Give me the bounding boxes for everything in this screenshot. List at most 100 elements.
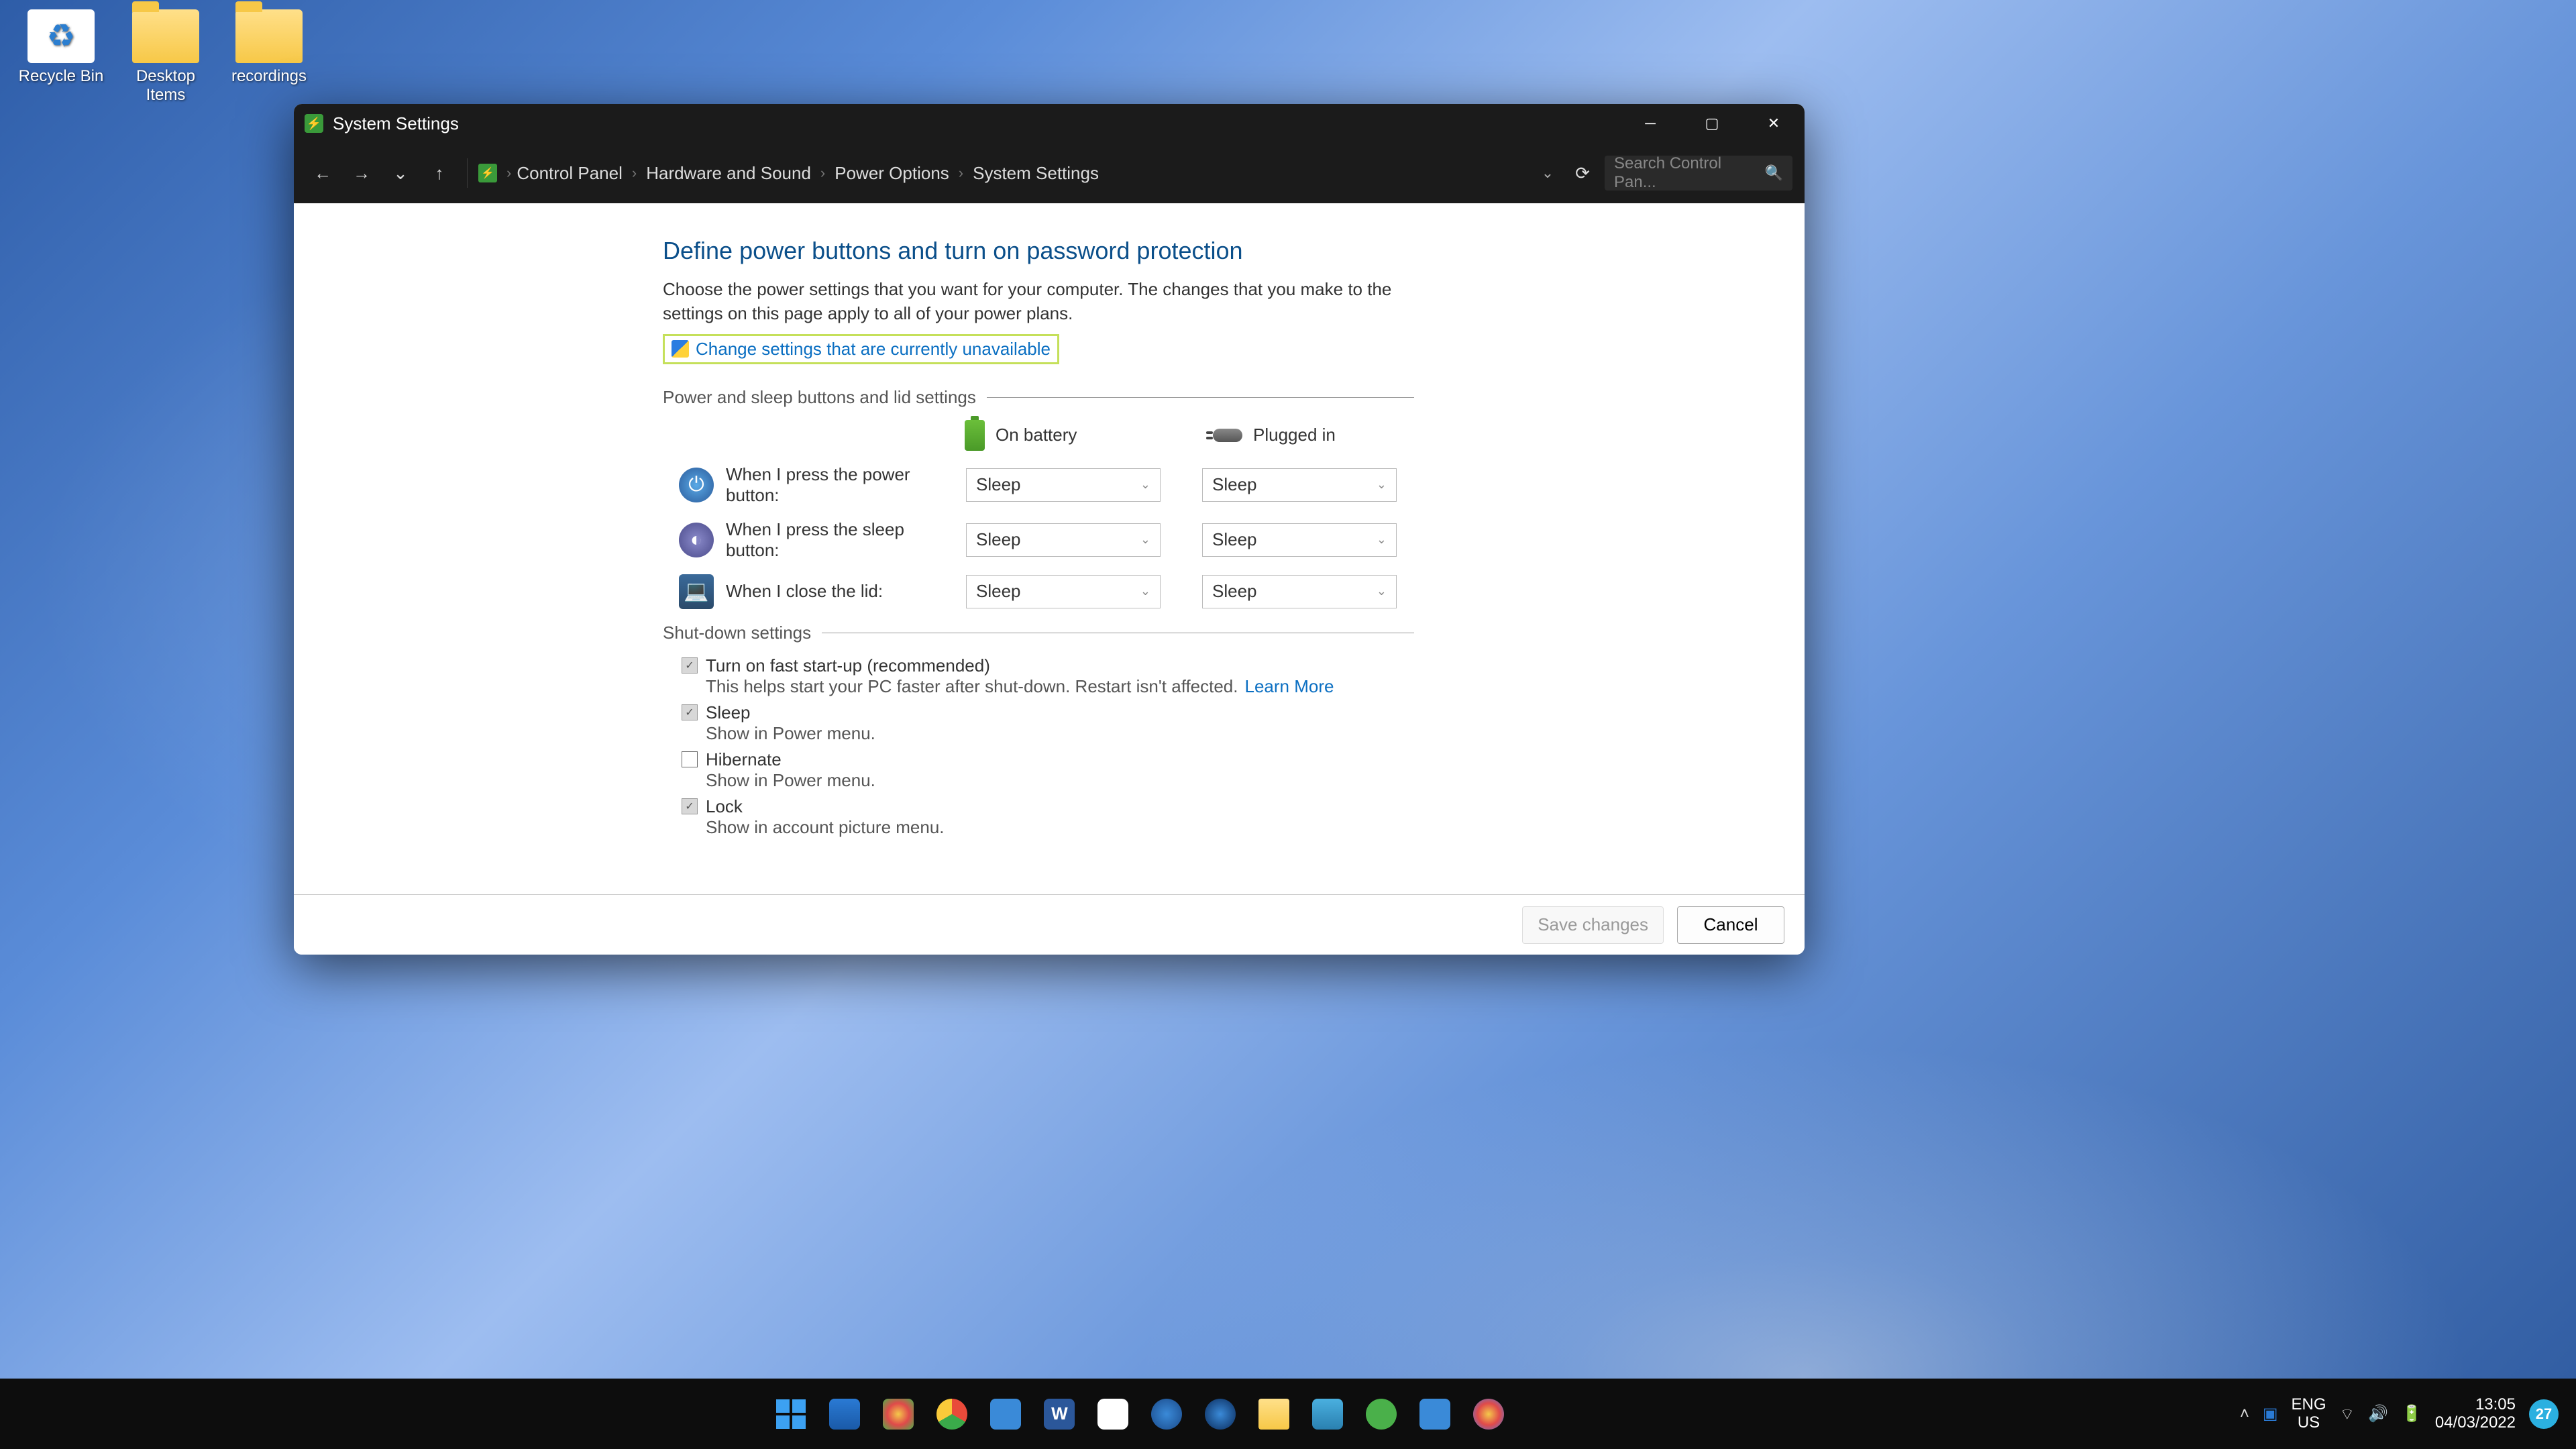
shutdown-settings-list: ✓ Turn on fast start-up (recommended) Th… [682, 655, 1414, 838]
wifi-icon[interactable]: ⌔ [2340, 1404, 2355, 1424]
crumb-system-settings[interactable]: System Settings [973, 163, 1099, 184]
search-input[interactable]: Search Control Pan... 🔍 [1605, 156, 1792, 191]
windows-logo-icon [776, 1399, 806, 1429]
titlebar[interactable]: ⚡ System Settings ─ ▢ ✕ [294, 104, 1805, 143]
lock-checkbox[interactable]: ✓ [682, 798, 698, 814]
notepad-icon [990, 1399, 1021, 1430]
taskbar-app-paint[interactable] [1466, 1392, 1511, 1436]
tray-overflow-button[interactable]: ˄ [2240, 1405, 2249, 1424]
section-power-sleep: Power and sleep buttons and lid settings [663, 387, 1414, 408]
page-heading: Define power buttons and turn on passwor… [663, 237, 1414, 265]
desktop-icon-desktop-items[interactable]: Desktop Items [115, 9, 216, 105]
crumb-hardware-sound[interactable]: Hardware and Sound [646, 163, 811, 184]
close-lid-icon: 💻 [679, 574, 714, 609]
taskbar-app-explorer[interactable] [1252, 1392, 1296, 1436]
taskbar-app-slack[interactable] [1091, 1392, 1135, 1436]
taskbar: W ˄ ▣ ENG US ⌔ 🔊 🔋 13:05 04/03/2022 27 [0, 1379, 2576, 1449]
taskbar-app-camera[interactable] [1198, 1392, 1242, 1436]
chevron-down-icon: ⌄ [1377, 478, 1387, 492]
recycle-bin-icon [28, 9, 95, 63]
row-label: When I close the lid: [726, 581, 954, 602]
system-settings-window: ⚡ System Settings ─ ▢ ✕ ← → ⌄ ↑ ⚡ › Cont… [294, 104, 1805, 955]
taskbar-app-chrome[interactable] [930, 1392, 974, 1436]
power-button-battery-select[interactable]: Sleep⌄ [966, 468, 1161, 502]
photos-icon [1312, 1399, 1343, 1430]
start-button[interactable] [769, 1392, 813, 1436]
sleep-button-icon: ◐ [679, 523, 714, 557]
desktop-icon-recycle-bin[interactable]: Recycle Bin [11, 9, 111, 86]
mail-icon [829, 1399, 860, 1430]
learn-more-link[interactable]: Learn More [1245, 676, 1334, 697]
folder-icon [235, 9, 303, 63]
up-button[interactable]: ↑ [423, 156, 456, 190]
uac-shield-icon [672, 340, 689, 358]
navigation-bar: ← → ⌄ ↑ ⚡ › Control Panel › Hardware and… [294, 143, 1805, 203]
chevron-right-icon: › [820, 164, 825, 182]
sleep-checkbox[interactable]: ✓ [682, 704, 698, 720]
cancel-button[interactable]: Cancel [1677, 906, 1784, 944]
maximize-button[interactable]: ▢ [1681, 104, 1743, 143]
chevron-down-icon: ⌄ [1140, 533, 1150, 547]
shutdown-item-title: Sleep [706, 702, 751, 723]
shutdown-item-desc: Show in account picture menu. [706, 817, 945, 838]
taskbar-app-monitor[interactable] [1413, 1392, 1457, 1436]
chevron-down-icon: ⌄ [1377, 533, 1387, 547]
notification-count-badge[interactable]: 27 [2529, 1399, 2559, 1429]
refresh-button[interactable]: ⟳ [1566, 156, 1599, 190]
taskbar-app-wechat[interactable] [1359, 1392, 1403, 1436]
shutdown-item-title: Lock [706, 796, 743, 817]
close-lid-battery-select[interactable]: Sleep⌄ [966, 575, 1161, 608]
close-lid-plugged-select[interactable]: Sleep⌄ [1202, 575, 1397, 608]
row-sleep-button: ◐ When I press the sleep button: Sleep⌄ … [679, 519, 1414, 561]
power-button-icon: ⏻ [679, 468, 714, 502]
chevron-down-icon: ⌄ [1140, 478, 1150, 492]
shutdown-item-fast-startup: ✓ Turn on fast start-up (recommended) Th… [682, 655, 1414, 697]
fast-startup-checkbox[interactable]: ✓ [682, 657, 698, 674]
taskbar-app-notepad[interactable] [983, 1392, 1028, 1436]
sleep-button-plugged-select[interactable]: Sleep⌄ [1202, 523, 1397, 557]
onedrive-icon[interactable]: ▣ [2263, 1404, 2278, 1424]
shutdown-item-lock: ✓ Lock Show in account picture menu. [682, 796, 1414, 838]
power-button-plugged-select[interactable]: Sleep⌄ [1202, 468, 1397, 502]
back-button[interactable]: ← [306, 156, 339, 190]
taskbar-app-photos[interactable] [1305, 1392, 1350, 1436]
on-battery-label: On battery [996, 425, 1077, 445]
gear-icon [1151, 1399, 1182, 1430]
shutdown-item-desc: Show in Power menu. [706, 770, 875, 791]
battery-tray-icon[interactable]: 🔋 [2402, 1404, 2422, 1424]
save-changes-button[interactable]: Save changes [1522, 906, 1664, 944]
volume-icon[interactable]: 🔊 [2368, 1404, 2388, 1424]
crumb-control-panel[interactable]: Control Panel [517, 163, 623, 184]
word-icon: W [1044, 1399, 1075, 1430]
hibernate-checkbox[interactable] [682, 751, 698, 767]
clock[interactable]: 13:05 04/03/2022 [2435, 1396, 2516, 1432]
chevron-right-icon: › [506, 164, 511, 182]
window-footer: Save changes Cancel [294, 894, 1805, 955]
taskbar-app-mail[interactable] [822, 1392, 867, 1436]
desktop-icon-recordings[interactable]: recordings [219, 9, 319, 86]
language-indicator[interactable]: ENG US [2292, 1396, 2326, 1432]
forward-button[interactable]: → [345, 156, 378, 190]
window-title: System Settings [333, 113, 459, 134]
taskbar-app-settings[interactable] [1144, 1392, 1189, 1436]
taskbar-center: W [40, 1392, 2240, 1436]
sleep-button-battery-select[interactable]: Sleep⌄ [966, 523, 1161, 557]
section-shutdown: Shut-down settings [663, 623, 1414, 643]
taskbar-app-maps[interactable] [876, 1392, 920, 1436]
desktop-icon-label: recordings [219, 67, 319, 86]
shutdown-item-hibernate: Hibernate Show in Power menu. [682, 749, 1414, 791]
address-history-dropdown[interactable]: ⌄ [1535, 164, 1560, 182]
monitor-icon [1419, 1399, 1450, 1430]
system-tray: ˄ ▣ ENG US ⌔ 🔊 🔋 13:05 04/03/2022 27 [2240, 1396, 2576, 1432]
camera-icon [1205, 1399, 1236, 1430]
folder-icon [1258, 1399, 1289, 1430]
row-label: When I press the sleep button: [726, 519, 954, 561]
minimize-button[interactable]: ─ [1619, 104, 1681, 143]
content-area: Define power buttons and turn on passwor… [294, 203, 1805, 894]
taskbar-app-word[interactable]: W [1037, 1392, 1081, 1436]
crumb-power-options[interactable]: Power Options [835, 163, 949, 184]
chevron-down-icon: ⌄ [1140, 584, 1150, 598]
change-settings-link[interactable]: Change settings that are currently unava… [696, 339, 1051, 360]
close-button[interactable]: ✕ [1743, 104, 1805, 143]
recent-dropdown[interactable]: ⌄ [384, 156, 417, 190]
